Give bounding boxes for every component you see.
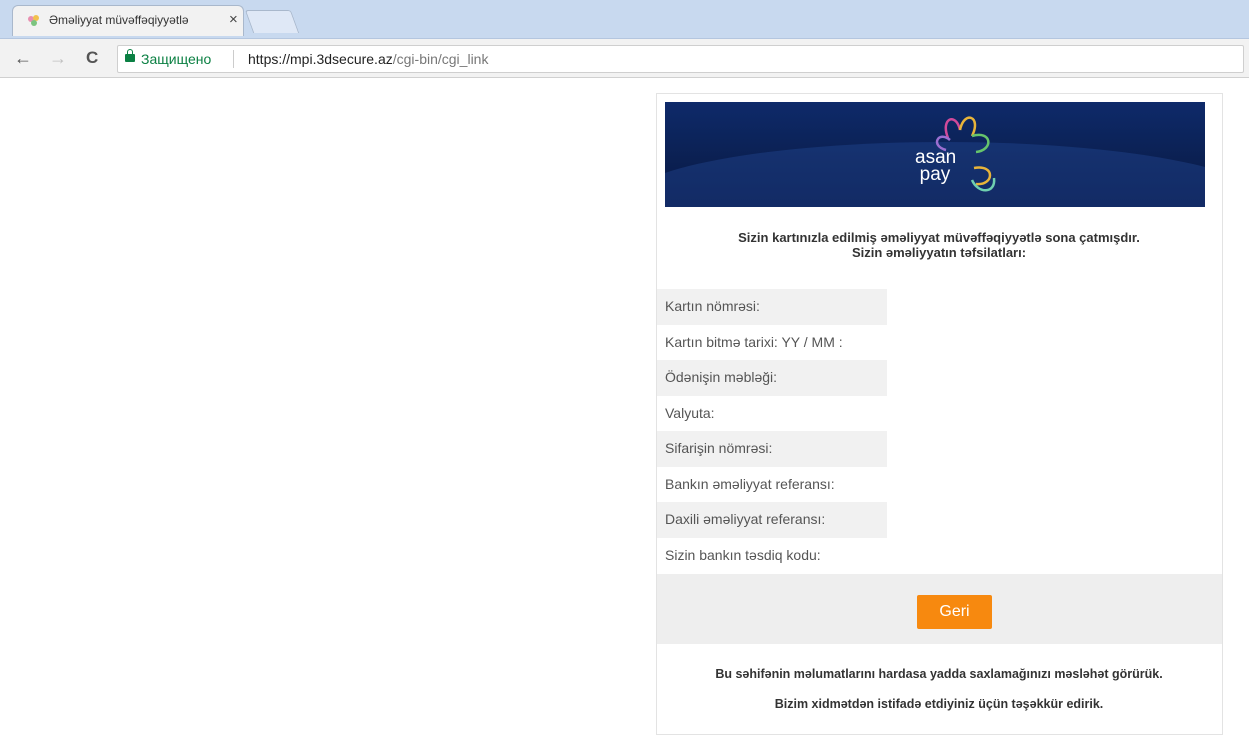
detail-approval-code: Sizin bankın təsdiq kodu: bbox=[665, 546, 821, 563]
address-separator bbox=[233, 50, 234, 68]
tab-title: Əməliyyat müvəffəqiyyətlə bbox=[49, 13, 189, 27]
success-line-2: Sizin əməliyyatın təfsilatları: bbox=[851, 245, 1027, 260]
url-host: https://mpi.3dsecure.az bbox=[248, 51, 393, 67]
button-area: Geri bbox=[657, 574, 1222, 644]
url-path: /cgi-bin/cgi_link bbox=[392, 51, 489, 67]
detail-currency: Valyuta: bbox=[665, 404, 715, 421]
logo-word-pay: pay bbox=[919, 164, 951, 185]
back-button[interactable]: Geri bbox=[917, 595, 992, 629]
transaction-details: Kartın nömrəsi: Kartın bitmə tarixi: YY … bbox=[657, 289, 1222, 573]
url-text[interactable]: https://mpi.3dsecure.az/cgi-bin/cgi_link bbox=[248, 51, 488, 67]
detail-order-number: Sifarişin nömrəsi: bbox=[657, 431, 887, 467]
asanpay-banner: asan pay bbox=[665, 102, 1205, 207]
payment-result-card: asan pay Sizin kartınızla edilmiş əməliy… bbox=[656, 93, 1223, 735]
detail-card-expiry: Kartın bitmə tarixi: YY / MM : bbox=[665, 333, 843, 350]
detail-payment-amount: Ödənişin məbləği: bbox=[657, 360, 887, 396]
address-bar[interactable]: Защищено https://mpi.3dsecure.az/cgi-bin… bbox=[117, 45, 1244, 73]
new-tab-button[interactable] bbox=[244, 10, 300, 33]
success-message: Sizin kartınızla edilmiş əməliyyat müvəf… bbox=[665, 230, 1213, 260]
detail-internal-reference: Daxili əməliyyat referansı: bbox=[657, 502, 887, 538]
tab-strip: Əməliyyat müvəffəqiyyətlə × bbox=[0, 0, 1249, 39]
detail-bank-reference: Bankın əməliyyat referansı: bbox=[665, 475, 835, 492]
back-arrow-icon[interactable]: ← bbox=[14, 49, 32, 67]
success-line-1: Sizin kartınızla edilmiş əməliyyat müvəf… bbox=[738, 230, 1140, 245]
reload-icon[interactable]: C bbox=[86, 49, 98, 67]
browser-tab[interactable]: Əməliyyat müvəffəqiyyətlə × bbox=[12, 5, 244, 36]
browser-toolbar: ← → C Защищено https://mpi.3dsecure.az/c… bbox=[0, 39, 1249, 78]
lock-icon bbox=[125, 49, 135, 62]
forward-arrow-icon[interactable]: → bbox=[49, 49, 67, 67]
logo-wordmark: asan pay bbox=[915, 148, 956, 185]
detail-card-number: Kartın nömrəsi: bbox=[657, 289, 887, 325]
secure-label[interactable]: Защищено bbox=[141, 51, 211, 67]
favicon-icon bbox=[28, 15, 39, 26]
thanks-text: Bizim xidmətdən istifadə etdiyiniz üçün … bbox=[774, 697, 1104, 711]
tab-close-icon[interactable]: × bbox=[229, 11, 238, 28]
advice-text: Bu səhifənin məlumatlarını hardasa yadda… bbox=[715, 667, 1163, 681]
